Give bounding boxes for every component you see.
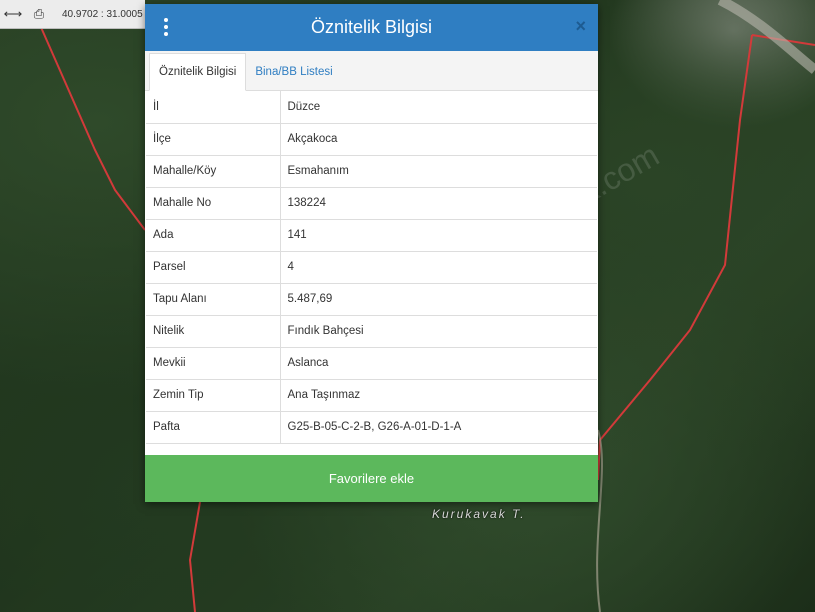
table-row: Parsel 4: [146, 251, 597, 284]
attribute-value: 141: [280, 219, 597, 252]
table-row: Tapu Alanı 5.487,69: [146, 283, 597, 316]
print-icon[interactable]: ⎙: [26, 0, 52, 28]
table-row: Nitelik Fındık Bahçesi: [146, 315, 597, 348]
measure-icon[interactable]: ⟷: [0, 0, 26, 28]
attribute-value: 5.487,69: [280, 283, 597, 316]
attribute-value: Esmahanım: [280, 155, 597, 188]
attribute-key: Tapu Alanı: [146, 283, 281, 316]
table-row: Mahalle/Köy Esmahanım: [146, 155, 597, 188]
coordinates-readout: 40.9702 : 31.0005: [62, 8, 143, 20]
table-row: Mahalle No 138224: [146, 187, 597, 220]
attribute-key: İl: [146, 91, 281, 124]
dialog-tabs: Öznitelik Bilgisi Bina/BB Listesi: [145, 51, 598, 91]
menu-icon[interactable]: [159, 16, 173, 38]
table-row: Zemin Tip Ana Taşınmaz: [146, 379, 597, 412]
attribute-key: Zemin Tip: [146, 379, 281, 412]
attribute-key: Parsel: [146, 251, 281, 284]
attribute-value: G25-B-05-C-2-B, G26-A-01-D-1-A: [280, 411, 597, 444]
attribute-value: Ana Taşınmaz: [280, 379, 597, 412]
map-place-label: Kurukavak T.: [432, 507, 526, 521]
attribute-info-dialog: Öznitelik Bilgisi × Öznitelik Bilgisi Bi…: [145, 4, 598, 502]
attribute-key: Mahalle No: [146, 187, 281, 220]
attribute-key: Mevkii: [146, 347, 281, 380]
attribute-key: İlçe: [146, 123, 281, 156]
tab-building-list[interactable]: Bina/BB Listesi: [246, 54, 341, 90]
table-row: İlçe Akçakoca: [146, 123, 597, 156]
attribute-key: Pafta: [146, 411, 281, 444]
dialog-header: Öznitelik Bilgisi ×: [145, 4, 598, 51]
table-row: Pafta G25-B-05-C-2-B, G26-A-01-D-1-A: [146, 411, 597, 444]
attribute-key: Ada: [146, 219, 281, 252]
attribute-key: Nitelik: [146, 315, 281, 348]
attribute-value: 4: [280, 251, 597, 284]
attribute-value: Fındık Bahçesi: [280, 315, 597, 348]
add-to-favorites-button[interactable]: Favorilere ekle: [145, 455, 598, 502]
dialog-title: Öznitelik Bilgisi: [310, 17, 433, 37]
attribute-key: Mahalle/Köy: [146, 155, 281, 188]
map-toolbar: ⟷ ⎙ 40.9702 : 31.0005: [0, 0, 145, 29]
attribute-value: Aslanca: [280, 347, 597, 380]
attribute-value: 138224: [280, 187, 597, 220]
table-row: Ada 141: [146, 219, 597, 252]
attribute-value: Akçakoca: [280, 123, 597, 156]
table-row: İl Düzce: [146, 91, 597, 124]
tab-attribute-info[interactable]: Öznitelik Bilgisi: [149, 53, 247, 91]
close-icon[interactable]: ×: [575, 16, 586, 37]
table-row: Mevkii Aslanca: [146, 347, 597, 380]
attribute-value: Düzce: [280, 91, 597, 124]
attribute-table: İl Düzce İlçe Akçakoca Mahalle/Köy Esmahanım M…: [146, 91, 597, 444]
